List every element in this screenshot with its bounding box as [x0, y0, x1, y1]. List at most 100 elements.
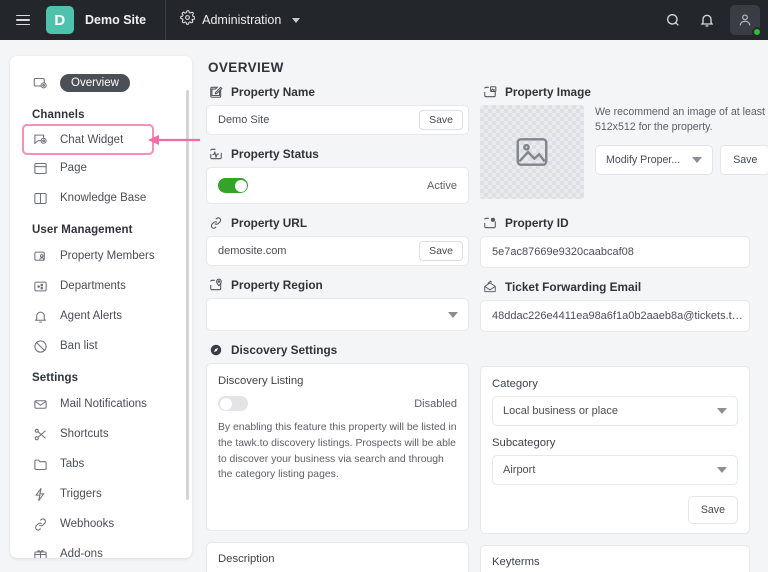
- modify-property-select[interactable]: Modify Proper...: [595, 144, 714, 175]
- property-status-title: Property Status: [231, 146, 319, 161]
- link-icon: [208, 215, 223, 230]
- sidebar-item-label-agent-alerts: Agent Alerts: [60, 310, 123, 322]
- sidebar-item-ban-list[interactable]: Ban list: [10, 331, 192, 361]
- property-url-header: Property URL: [208, 215, 469, 230]
- knowledge-base-icon: [32, 190, 48, 206]
- administration-menu[interactable]: Administration: [180, 10, 301, 30]
- property-url-field-row: demosite.com Save: [207, 237, 468, 265]
- mail-icon: [32, 396, 48, 412]
- sidebar-item-label-add-ons: Add-ons: [60, 548, 103, 558]
- sidebar-item-label-shortcuts: Shortcuts: [60, 428, 109, 440]
- chevron-down-icon: [292, 17, 301, 23]
- search-icon[interactable]: [658, 5, 688, 35]
- discovery-settings-title: Discovery Settings: [231, 342, 338, 357]
- property-image-note: We recommend an image of at least 512x51…: [595, 106, 765, 134]
- image-icon: [482, 84, 497, 99]
- property-id-value: 5e7ac87669e9320caabcaf08: [492, 246, 634, 258]
- discovery-listing-description: By enabling this feature this property w…: [218, 422, 457, 481]
- page-icon: [32, 160, 48, 176]
- property-name-save-button[interactable]: Save: [419, 110, 463, 130]
- property-id-header: Property ID: [482, 215, 750, 230]
- hamburger-menu-icon[interactable]: [6, 0, 40, 40]
- region-pin-icon: [208, 277, 223, 292]
- online-status-dot: [752, 27, 762, 37]
- property-image-right: We recommend an image of at least 512x51…: [595, 105, 768, 175]
- property-status-row: Active: [207, 168, 468, 203]
- property-name-field-row: Demo Site Save: [207, 106, 468, 134]
- ticket-email-title: Ticket Forwarding Email: [505, 279, 642, 294]
- description-card: Description: [206, 542, 469, 572]
- chevron-down-icon: [717, 408, 727, 414]
- property-name-title: Property Name: [231, 84, 315, 99]
- sidebar: Overview Channels Chat Widget Page Knowl…: [10, 56, 192, 558]
- discovery-listing-toggle[interactable]: [218, 396, 248, 411]
- property-region-select[interactable]: [206, 298, 469, 331]
- category-select[interactable]: Local business or place: [492, 396, 738, 426]
- discovery-icon: [208, 342, 223, 357]
- left-column: Property Name Demo Site Save Property St…: [206, 84, 469, 572]
- chat-widget-icon: [32, 132, 48, 148]
- discovery-listing-state-label: Disabled: [414, 397, 457, 410]
- property-image-header: Property Image: [482, 84, 750, 99]
- property-image-save-button[interactable]: Save: [720, 144, 768, 175]
- property-url-save-button[interactable]: Save: [419, 241, 463, 261]
- bell-icon[interactable]: [692, 5, 722, 35]
- property-url-input[interactable]: demosite.com: [218, 245, 419, 257]
- sidebar-item-webhooks[interactable]: Webhooks: [10, 509, 192, 539]
- topbar-divider: [165, 0, 167, 40]
- sidebar-item-overview[interactable]: Overview: [10, 68, 192, 98]
- sidebar-item-knowledge-base[interactable]: Knowledge Base: [10, 183, 192, 213]
- property-image-actions: Modify Proper... Save: [595, 144, 768, 175]
- sidebar-item-label-knowledge-base: Knowledge Base: [60, 192, 147, 204]
- sidebar-inner: Overview Channels Chat Widget Page Knowl…: [10, 56, 192, 558]
- avatar[interactable]: [730, 5, 762, 37]
- ticket-email-value: 48ddac226e4411ea98a6f1a0b2aaeb8a@tickets…: [492, 310, 744, 322]
- sidebar-item-shortcuts[interactable]: Shortcuts: [10, 419, 192, 449]
- addons-icon: [32, 546, 48, 558]
- property-status-toggle[interactable]: [218, 178, 248, 193]
- property-status-state-label: Active: [427, 179, 457, 192]
- subcategory-select[interactable]: Airport: [492, 455, 738, 485]
- category-save-row: Save: [492, 496, 738, 524]
- page-title: OVERVIEW: [208, 60, 284, 75]
- property-image-placeholder[interactable]: [480, 105, 584, 199]
- discovery-listing-toggle-row: Disabled: [218, 396, 457, 411]
- sidebar-item-label-ban-list: Ban list: [60, 340, 98, 352]
- property-url-card: demosite.com Save: [206, 236, 469, 266]
- brand-name: Demo Site: [85, 13, 147, 27]
- app-root: D Demo Site Administration Overview Chan…: [0, 0, 768, 572]
- departments-icon: [32, 278, 48, 294]
- image-placeholder-icon: [516, 138, 548, 166]
- category-save-button[interactable]: Save: [687, 496, 738, 524]
- sidebar-item-property-members[interactable]: Property Members: [10, 241, 192, 271]
- sidebar-item-agent-alerts[interactable]: Agent Alerts: [10, 301, 192, 331]
- sidebar-item-chat-widget[interactable]: Chat Widget: [22, 124, 154, 155]
- subcategory-label: Subcategory: [492, 437, 556, 449]
- topbar-actions: [658, 5, 768, 37]
- overview-icon: [32, 75, 48, 91]
- brand-logo[interactable]: D: [46, 6, 74, 34]
- sidebar-group-user-management: User Management: [32, 224, 133, 236]
- property-name-input[interactable]: Demo Site: [218, 114, 419, 126]
- sidebar-item-mail-notifications[interactable]: Mail Notifications: [10, 389, 192, 419]
- property-id-title: Property ID: [505, 215, 569, 230]
- property-status-header: Property Status: [208, 146, 469, 161]
- ticket-email-header: Ticket Forwarding Email: [482, 279, 750, 294]
- property-image-card: We recommend an image of at least 512x51…: [480, 105, 768, 199]
- sidebar-item-label-departments: Departments: [60, 280, 126, 292]
- sidebar-item-label-page: Page: [60, 162, 87, 174]
- category-label: Category: [492, 378, 538, 390]
- keyterms-title: Keyterms: [492, 556, 540, 568]
- sidebar-item-page[interactable]: Page: [10, 153, 192, 183]
- main-content: OVERVIEW Property Name Demo Site Save Pr…: [200, 52, 768, 572]
- subcategory-value: Airport: [503, 464, 536, 476]
- sidebar-item-triggers[interactable]: Triggers: [10, 479, 192, 509]
- activity-icon: [208, 146, 223, 161]
- sidebar-item-tabs[interactable]: Tabs: [10, 449, 192, 479]
- ticket-email-row: 48ddac226e4411ea98a6f1a0b2aaeb8a@tickets…: [481, 301, 749, 331]
- sidebar-item-departments[interactable]: Departments: [10, 271, 192, 301]
- modify-property-value: Modify Proper...: [606, 153, 681, 166]
- sidebar-item-add-ons[interactable]: Add-ons: [10, 539, 192, 558]
- sidebar-group-channels: Channels: [32, 109, 85, 121]
- chevron-down-icon: [692, 156, 703, 163]
